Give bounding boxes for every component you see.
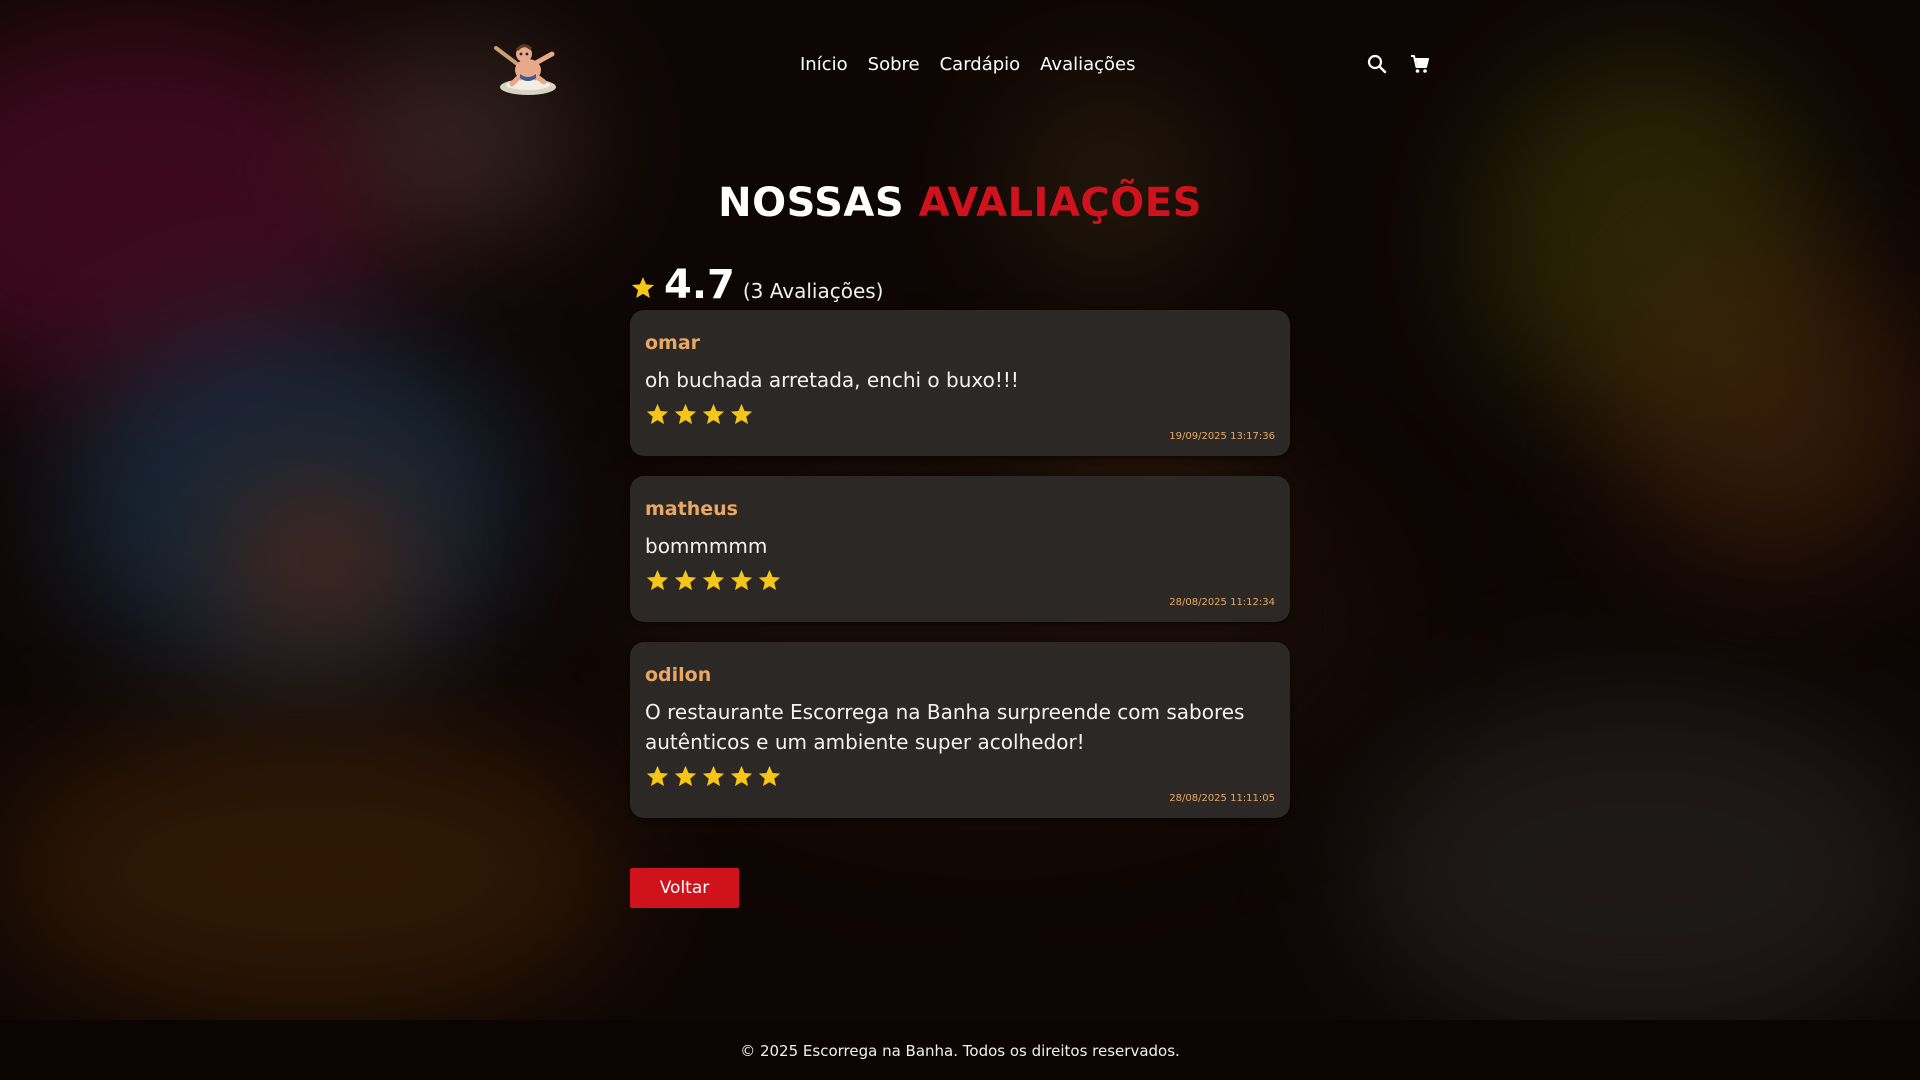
back-button[interactable]: Voltar bbox=[630, 868, 739, 908]
nav-item-inicio[interactable]: Início bbox=[800, 54, 848, 75]
review-date: 28/08/2025 11:12:34 bbox=[1169, 597, 1275, 608]
review-count: (3 Avaliações) bbox=[742, 279, 884, 303]
title-main: NOSSAS bbox=[718, 180, 905, 226]
star-icon bbox=[646, 569, 669, 591]
review-text: O restaurante Escorrega na Banha surpree… bbox=[645, 700, 1245, 754]
star-icon bbox=[702, 403, 725, 425]
page-title: NOSSAS AVALIAÇÕES bbox=[0, 180, 1920, 226]
review-text: oh buchada arretada, enchi o buxo!!! bbox=[645, 368, 1019, 392]
star-icon bbox=[758, 765, 781, 787]
star-icon bbox=[758, 569, 781, 591]
star-icon bbox=[646, 403, 669, 425]
review-stars bbox=[645, 764, 1275, 789]
star-icon bbox=[674, 765, 697, 787]
review-author: omar bbox=[645, 332, 701, 354]
rating-summary: 4.7 (3 Avaliações) bbox=[630, 262, 883, 308]
review-date: 19/09/2025 13:17:36 bbox=[1169, 431, 1275, 442]
footer-copyright: © 2025 Escorrega na Banha. Todos os dire… bbox=[740, 1042, 1180, 1060]
star-icon bbox=[730, 765, 753, 787]
average-rating: 4.7 bbox=[664, 262, 735, 308]
star-icon bbox=[674, 403, 697, 425]
review-date: 28/08/2025 11:11:05 bbox=[1169, 793, 1275, 804]
nav-item-cardapio[interactable]: Cardápio bbox=[940, 54, 1021, 75]
review-stars bbox=[645, 402, 1275, 427]
star-icon bbox=[730, 569, 753, 591]
star-icon bbox=[702, 569, 725, 591]
site-header: Início Sobre Cardápio Avaliações bbox=[0, 0, 1920, 130]
footer: © 2025 Escorrega na Banha. Todos os dire… bbox=[0, 1020, 1920, 1080]
nav-item-avaliacoes[interactable]: Avaliações bbox=[1040, 54, 1135, 75]
review-author: matheus bbox=[645, 498, 738, 520]
review-card: matheus bommmmm 28/08/2025 11:12:34 bbox=[630, 476, 1290, 622]
star-icon bbox=[702, 765, 725, 787]
review-card: omar oh buchada arretada, enchi o buxo!!!… bbox=[630, 310, 1290, 456]
title-accent: AVALIAÇÕES bbox=[918, 180, 1202, 226]
star-icon bbox=[730, 403, 753, 425]
star-icon bbox=[674, 569, 697, 591]
star-icon bbox=[631, 276, 655, 298]
nav-item-sobre[interactable]: Sobre bbox=[868, 54, 920, 75]
review-author: odilon bbox=[645, 664, 712, 686]
search-icon[interactable] bbox=[1365, 52, 1389, 76]
star-icon bbox=[646, 765, 669, 787]
reviews-list: omar oh buchada arretada, enchi o buxo!!!… bbox=[630, 310, 1290, 838]
review-stars bbox=[645, 568, 1275, 593]
logo[interactable] bbox=[490, 40, 562, 98]
cart-icon[interactable] bbox=[1408, 52, 1432, 76]
review-card: odilon O restaurante Escorrega na Banha s… bbox=[630, 642, 1290, 818]
review-text: bommmmm bbox=[645, 534, 768, 558]
main-nav: Início Sobre Cardápio Avaliações bbox=[800, 54, 1136, 75]
